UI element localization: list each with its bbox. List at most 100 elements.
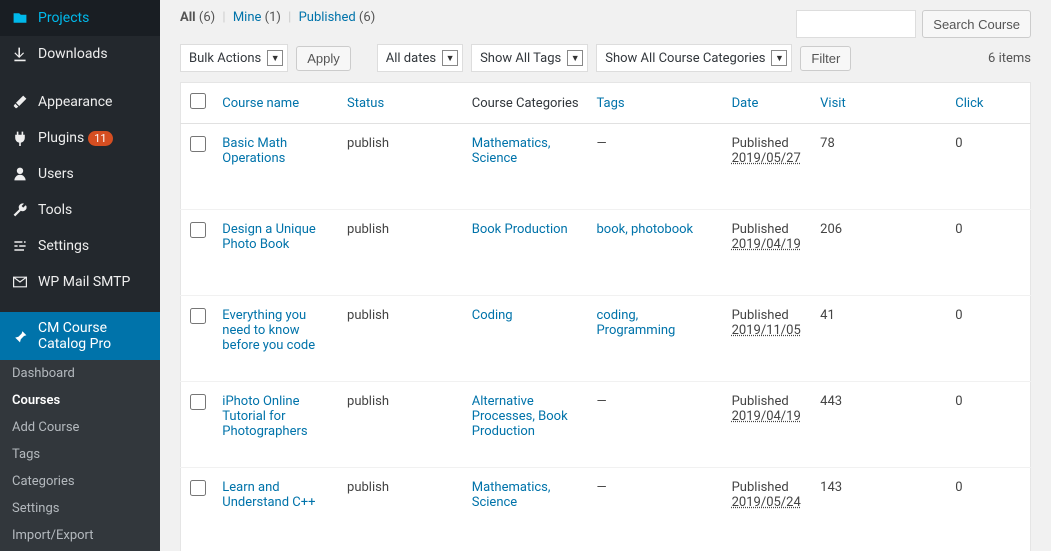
course-name-link[interactable]: Learn and Understand C++ — [222, 480, 315, 510]
visit-cell: 78 — [812, 124, 947, 210]
submenu-settings[interactable]: Settings — [0, 495, 160, 522]
sidebar-label: Tools — [38, 202, 72, 218]
col-status[interactable]: Status — [339, 83, 464, 124]
submenu: Dashboard Courses Add Course Tags Catego… — [0, 360, 160, 551]
submenu-courses[interactable]: Courses — [0, 387, 160, 414]
category-link[interactable]: Mathematics, Science — [472, 136, 551, 166]
date-cell: Published2019/04/19 — [724, 210, 813, 296]
chevron-down-icon: ▼ — [442, 50, 458, 66]
apply-button[interactable]: Apply — [296, 46, 351, 71]
table-row: Everything you need to know before you c… — [181, 296, 1031, 382]
chevron-down-icon: ▼ — [771, 50, 787, 66]
tag-link[interactable]: book, photobook — [596, 222, 693, 237]
course-name-link[interactable]: Design a Unique Photo Book — [222, 222, 316, 252]
status-cell: publish — [339, 296, 464, 382]
main-content: All (6) | Mine (1) | Published (6) Searc… — [160, 0, 1051, 551]
row-checkbox[interactable] — [190, 136, 206, 152]
visit-cell: 143 — [812, 468, 947, 551]
visit-cell: 41 — [812, 296, 947, 382]
click-cell: 0 — [947, 124, 1030, 210]
sidebar-label: Users — [38, 166, 74, 182]
submenu-tags[interactable]: Tags — [0, 441, 160, 468]
sidebar-item-tools[interactable]: Tools — [0, 192, 160, 228]
col-name[interactable]: Course name — [214, 83, 339, 124]
sidebar-label: Appearance — [38, 94, 112, 110]
category-link[interactable]: Mathematics, Science — [472, 480, 551, 510]
date-cell: Published2019/04/19 — [724, 382, 813, 468]
row-checkbox[interactable] — [190, 480, 206, 496]
click-cell: 0 — [947, 468, 1030, 551]
select-all-checkbox[interactable] — [190, 93, 206, 109]
submenu-add-course[interactable]: Add Course — [0, 414, 160, 441]
course-name-link[interactable]: Basic Math Operations — [222, 136, 287, 166]
tags-cell: — — [596, 136, 606, 151]
date-cell: Published2019/05/24 — [724, 468, 813, 551]
col-click[interactable]: Click — [947, 83, 1030, 124]
status-cell: publish — [339, 210, 464, 296]
click-cell: 0 — [947, 210, 1030, 296]
status-cell: publish — [339, 382, 464, 468]
filter-button[interactable]: Filter — [800, 46, 851, 71]
sidebar-item-appearance[interactable]: Appearance — [0, 84, 160, 120]
col-categories: Course Categories — [464, 83, 589, 124]
sidebar-item-cm-course-catalog[interactable]: CM Course Catalog Pro — [0, 312, 160, 360]
submenu-dashboard[interactable]: Dashboard — [0, 360, 160, 387]
col-tags[interactable]: Tags — [588, 83, 723, 124]
submenu-categories[interactable]: Categories — [0, 468, 160, 495]
plug-icon — [10, 128, 30, 148]
tags-cell: — — [596, 394, 606, 409]
status-cell: publish — [339, 124, 464, 210]
tags-cell: — — [596, 480, 606, 495]
table-row: Learn and Understand C++ publish Mathemati… — [181, 468, 1031, 551]
status-cell: publish — [339, 468, 464, 551]
sidebar-item-users[interactable]: Users — [0, 156, 160, 192]
filter-published[interactable]: Published (6) — [299, 10, 376, 25]
col-date[interactable]: Date — [724, 83, 813, 124]
search-button[interactable]: Search Course — [922, 10, 1031, 38]
brush-icon — [10, 92, 30, 112]
course-name-link[interactable]: Everything you need to know before you c… — [222, 308, 315, 353]
table-row: Design a Unique Photo Book publish Book Pr… — [181, 210, 1031, 296]
row-checkbox[interactable] — [190, 308, 206, 324]
course-name-link[interactable]: iPhoto Online Tutorial for Photographers — [222, 394, 307, 439]
projects-icon — [10, 8, 30, 28]
plugins-badge: 11 — [88, 131, 112, 146]
sidebar-label: Projects — [38, 10, 89, 26]
sidebar-item-plugins[interactable]: Plugins 11 — [0, 120, 160, 156]
sidebar-item-settings[interactable]: Settings — [0, 228, 160, 264]
dates-select[interactable]: All dates ▼ — [377, 44, 463, 72]
filter-mine[interactable]: Mine (1) — [233, 10, 281, 25]
filter-all[interactable]: All (6) — [180, 10, 215, 25]
row-checkbox[interactable] — [190, 394, 206, 410]
bulk-actions-select[interactable]: Bulk Actions ▼ — [180, 44, 288, 72]
sidebar-label: Settings — [38, 238, 89, 254]
sliders-icon — [10, 236, 30, 256]
category-link[interactable]: Book Production — [472, 222, 568, 237]
date-cell: Published2019/05/27 — [724, 124, 813, 210]
sidebar-item-downloads[interactable]: Downloads — [0, 36, 160, 72]
tag-link[interactable]: coding, Programming — [596, 308, 675, 338]
category-link[interactable]: Alternative Processes, Book Production — [472, 394, 568, 439]
download-icon — [10, 44, 30, 64]
sidebar-label: Plugins — [38, 130, 84, 146]
click-cell: 0 — [947, 296, 1030, 382]
sidebar-label: CM Course Catalog Pro — [38, 320, 150, 352]
tags-select[interactable]: Show All Tags ▼ — [471, 44, 588, 72]
status-filter-links: All (6) | Mine (1) | Published (6) — [180, 10, 375, 25]
pin-icon — [10, 326, 30, 346]
table-row: iPhoto Online Tutorial for Photographers… — [181, 382, 1031, 468]
search-input[interactable] — [796, 10, 916, 38]
categories-select[interactable]: Show All Course Categories ▼ — [596, 44, 792, 72]
sidebar-label: Downloads — [38, 46, 108, 62]
category-link[interactable]: Coding — [472, 308, 513, 323]
sidebar-item-projects[interactable]: Projects — [0, 0, 160, 36]
click-cell: 0 — [947, 382, 1030, 468]
wrench-icon — [10, 200, 30, 220]
date-cell: Published2019/11/05 — [724, 296, 813, 382]
table-row: Basic Math Operations publish Mathematics,… — [181, 124, 1031, 210]
row-checkbox[interactable] — [190, 222, 206, 238]
user-icon — [10, 164, 30, 184]
col-visit[interactable]: Visit — [812, 83, 947, 124]
sidebar-item-wpmail[interactable]: WP Mail SMTP — [0, 264, 160, 300]
submenu-import-export[interactable]: Import/Export — [0, 522, 160, 549]
